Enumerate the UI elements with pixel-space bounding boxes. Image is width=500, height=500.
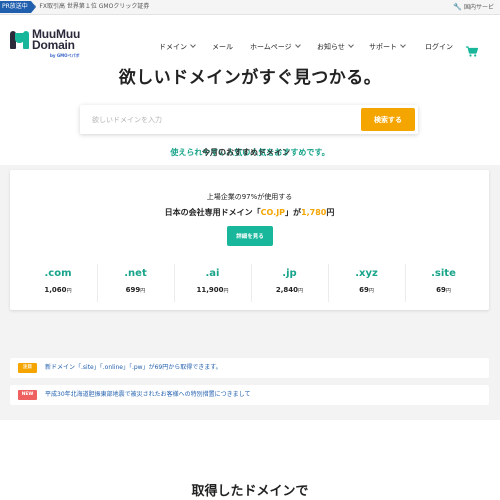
main-nav: ドメイン メール ホームページ お知らせ サポート ログイン bbox=[0, 40, 500, 54]
tagline-dark: 今月のおすすめドメイン bbox=[202, 148, 290, 157]
tld-price: 1,060円 bbox=[44, 286, 72, 294]
promo-card: 上場企業の97%が使用する 日本の会社専用ドメイン「CO.JP」が1,780円 … bbox=[10, 170, 489, 310]
tld-name: .jp bbox=[282, 268, 297, 279]
nav-item-support[interactable]: サポート bbox=[369, 40, 406, 54]
tld-price: 11,900円 bbox=[196, 286, 229, 294]
promo-prefix: 日本の会社専用ドメイン「 bbox=[164, 208, 261, 217]
pr-link-text: FX取引高 世界第１位 GMOクリック証券 bbox=[39, 3, 150, 10]
news-item[interactable]: 注目 新ドメイン「.site」「.online」「.pw」が69円から取得できま… bbox=[10, 358, 489, 378]
tld-name: .site bbox=[431, 268, 456, 279]
promo-domain: CO.JP bbox=[260, 208, 286, 217]
international-services-link[interactable]: 🔧 国内サービ bbox=[453, 1, 494, 14]
news-badge-featured: 注目 bbox=[18, 363, 37, 373]
features-heading: 取得したドメインで bbox=[191, 484, 309, 499]
top-bar: PR放送中 › FX取引高 世界第１位 GMOクリック証券 🔧 国内サービ bbox=[0, 0, 500, 15]
nav-item-news[interactable]: お知らせ bbox=[317, 40, 354, 54]
news-badge-new: NEW bbox=[18, 390, 37, 400]
news-item[interactable]: NEW 平成30年北海道胆振東部地震で被災されたお客様への特別措置につきまして bbox=[10, 385, 489, 405]
hero-section: 欲しいドメインがすぐ見つかる。 検索する 使えられやすい人気の人気をおすすめです… bbox=[0, 65, 500, 165]
tld-item-xyz[interactable]: .xyz 69円 bbox=[328, 264, 404, 302]
details-button[interactable]: 詳細を見る bbox=[227, 226, 273, 246]
nav-item-homepage[interactable]: ホームページ bbox=[250, 40, 301, 54]
chevron-down-icon bbox=[190, 42, 196, 48]
pr-link[interactable]: › FX取引高 世界第１位 GMOクリック証券 bbox=[34, 1, 149, 13]
cart-icon[interactable] bbox=[466, 42, 479, 57]
nav-label: ログイン bbox=[425, 43, 453, 51]
nav-item-login[interactable]: ログイン bbox=[425, 40, 453, 54]
features-section: 取得したドメインで bbox=[0, 420, 500, 500]
nav-label: お知らせ bbox=[317, 43, 345, 51]
chevron-down-icon bbox=[294, 42, 301, 48]
tld-price: 69円 bbox=[359, 286, 374, 294]
nav-item-domain[interactable]: ドメイン bbox=[159, 40, 196, 54]
tld-item-net[interactable]: .net 699円 bbox=[97, 264, 173, 302]
tld-item-ai[interactable]: .ai 11,900円 bbox=[174, 264, 250, 302]
tld-price: 69円 bbox=[436, 286, 451, 294]
domain-search-box: 検索する bbox=[80, 105, 418, 134]
search-button[interactable]: 検索する bbox=[361, 108, 415, 131]
nav-label: ドメイン bbox=[159, 43, 187, 51]
promo-subheading: 上場企業の97%が使用する bbox=[206, 193, 293, 201]
nav-label: ホームページ bbox=[250, 43, 292, 51]
international-services-label: 国内サービ bbox=[463, 4, 494, 11]
promo-middle: 」が bbox=[285, 208, 302, 217]
nav-label: サポート bbox=[369, 43, 397, 51]
tld-item-com[interactable]: .com 1,060円 bbox=[20, 264, 96, 302]
domain-search-input[interactable] bbox=[80, 105, 360, 134]
nav-item-mail[interactable]: メール bbox=[212, 40, 233, 54]
news-text: 平成30年北海道胆振東部地震で被災されたお客様への特別措置につきまして bbox=[45, 391, 251, 398]
tld-item-site[interactable]: .site 69円 bbox=[405, 264, 481, 302]
promo-price: 1,780 bbox=[301, 208, 327, 217]
news-text: 新ドメイン「.site」「.online」「.pw」が69円から取得できます。 bbox=[45, 364, 222, 371]
tld-price: 2,840円 bbox=[275, 286, 304, 294]
pr-badge: PR放送中 bbox=[0, 1, 36, 13]
tld-price: 699円 bbox=[125, 286, 146, 294]
wrench-icon: 🔧 bbox=[453, 3, 462, 11]
hero-title: 欲しいドメインがすぐ見つかる。 bbox=[118, 68, 382, 88]
nav-label: メール bbox=[212, 43, 233, 51]
hero-tagline: 使えられやすい人気の人気をおすすめです。 今月のおすすめドメイン bbox=[0, 147, 500, 159]
chevron-down-icon bbox=[400, 42, 406, 48]
tld-name: .net bbox=[124, 268, 147, 279]
chevron-right-icon: › bbox=[34, 3, 37, 10]
promo-suffix: 円 bbox=[326, 208, 335, 217]
tld-name: .ai bbox=[205, 268, 220, 279]
tld-price-list: .com 1,060円 .net 699円 .ai 11,900円 .jp 2,… bbox=[20, 264, 479, 302]
site-header: MuuMuu Domain by GMOペパボ ドメイン メール ホームページ … bbox=[0, 15, 500, 65]
tld-item-jp[interactable]: .jp 2,840円 bbox=[251, 264, 327, 302]
tld-name: .xyz bbox=[355, 268, 378, 279]
chevron-down-icon bbox=[348, 42, 354, 48]
tld-name: .com bbox=[44, 268, 72, 279]
promo-heading: 日本の会社専用ドメイン「CO.JP」が1,780円 bbox=[10, 207, 489, 218]
